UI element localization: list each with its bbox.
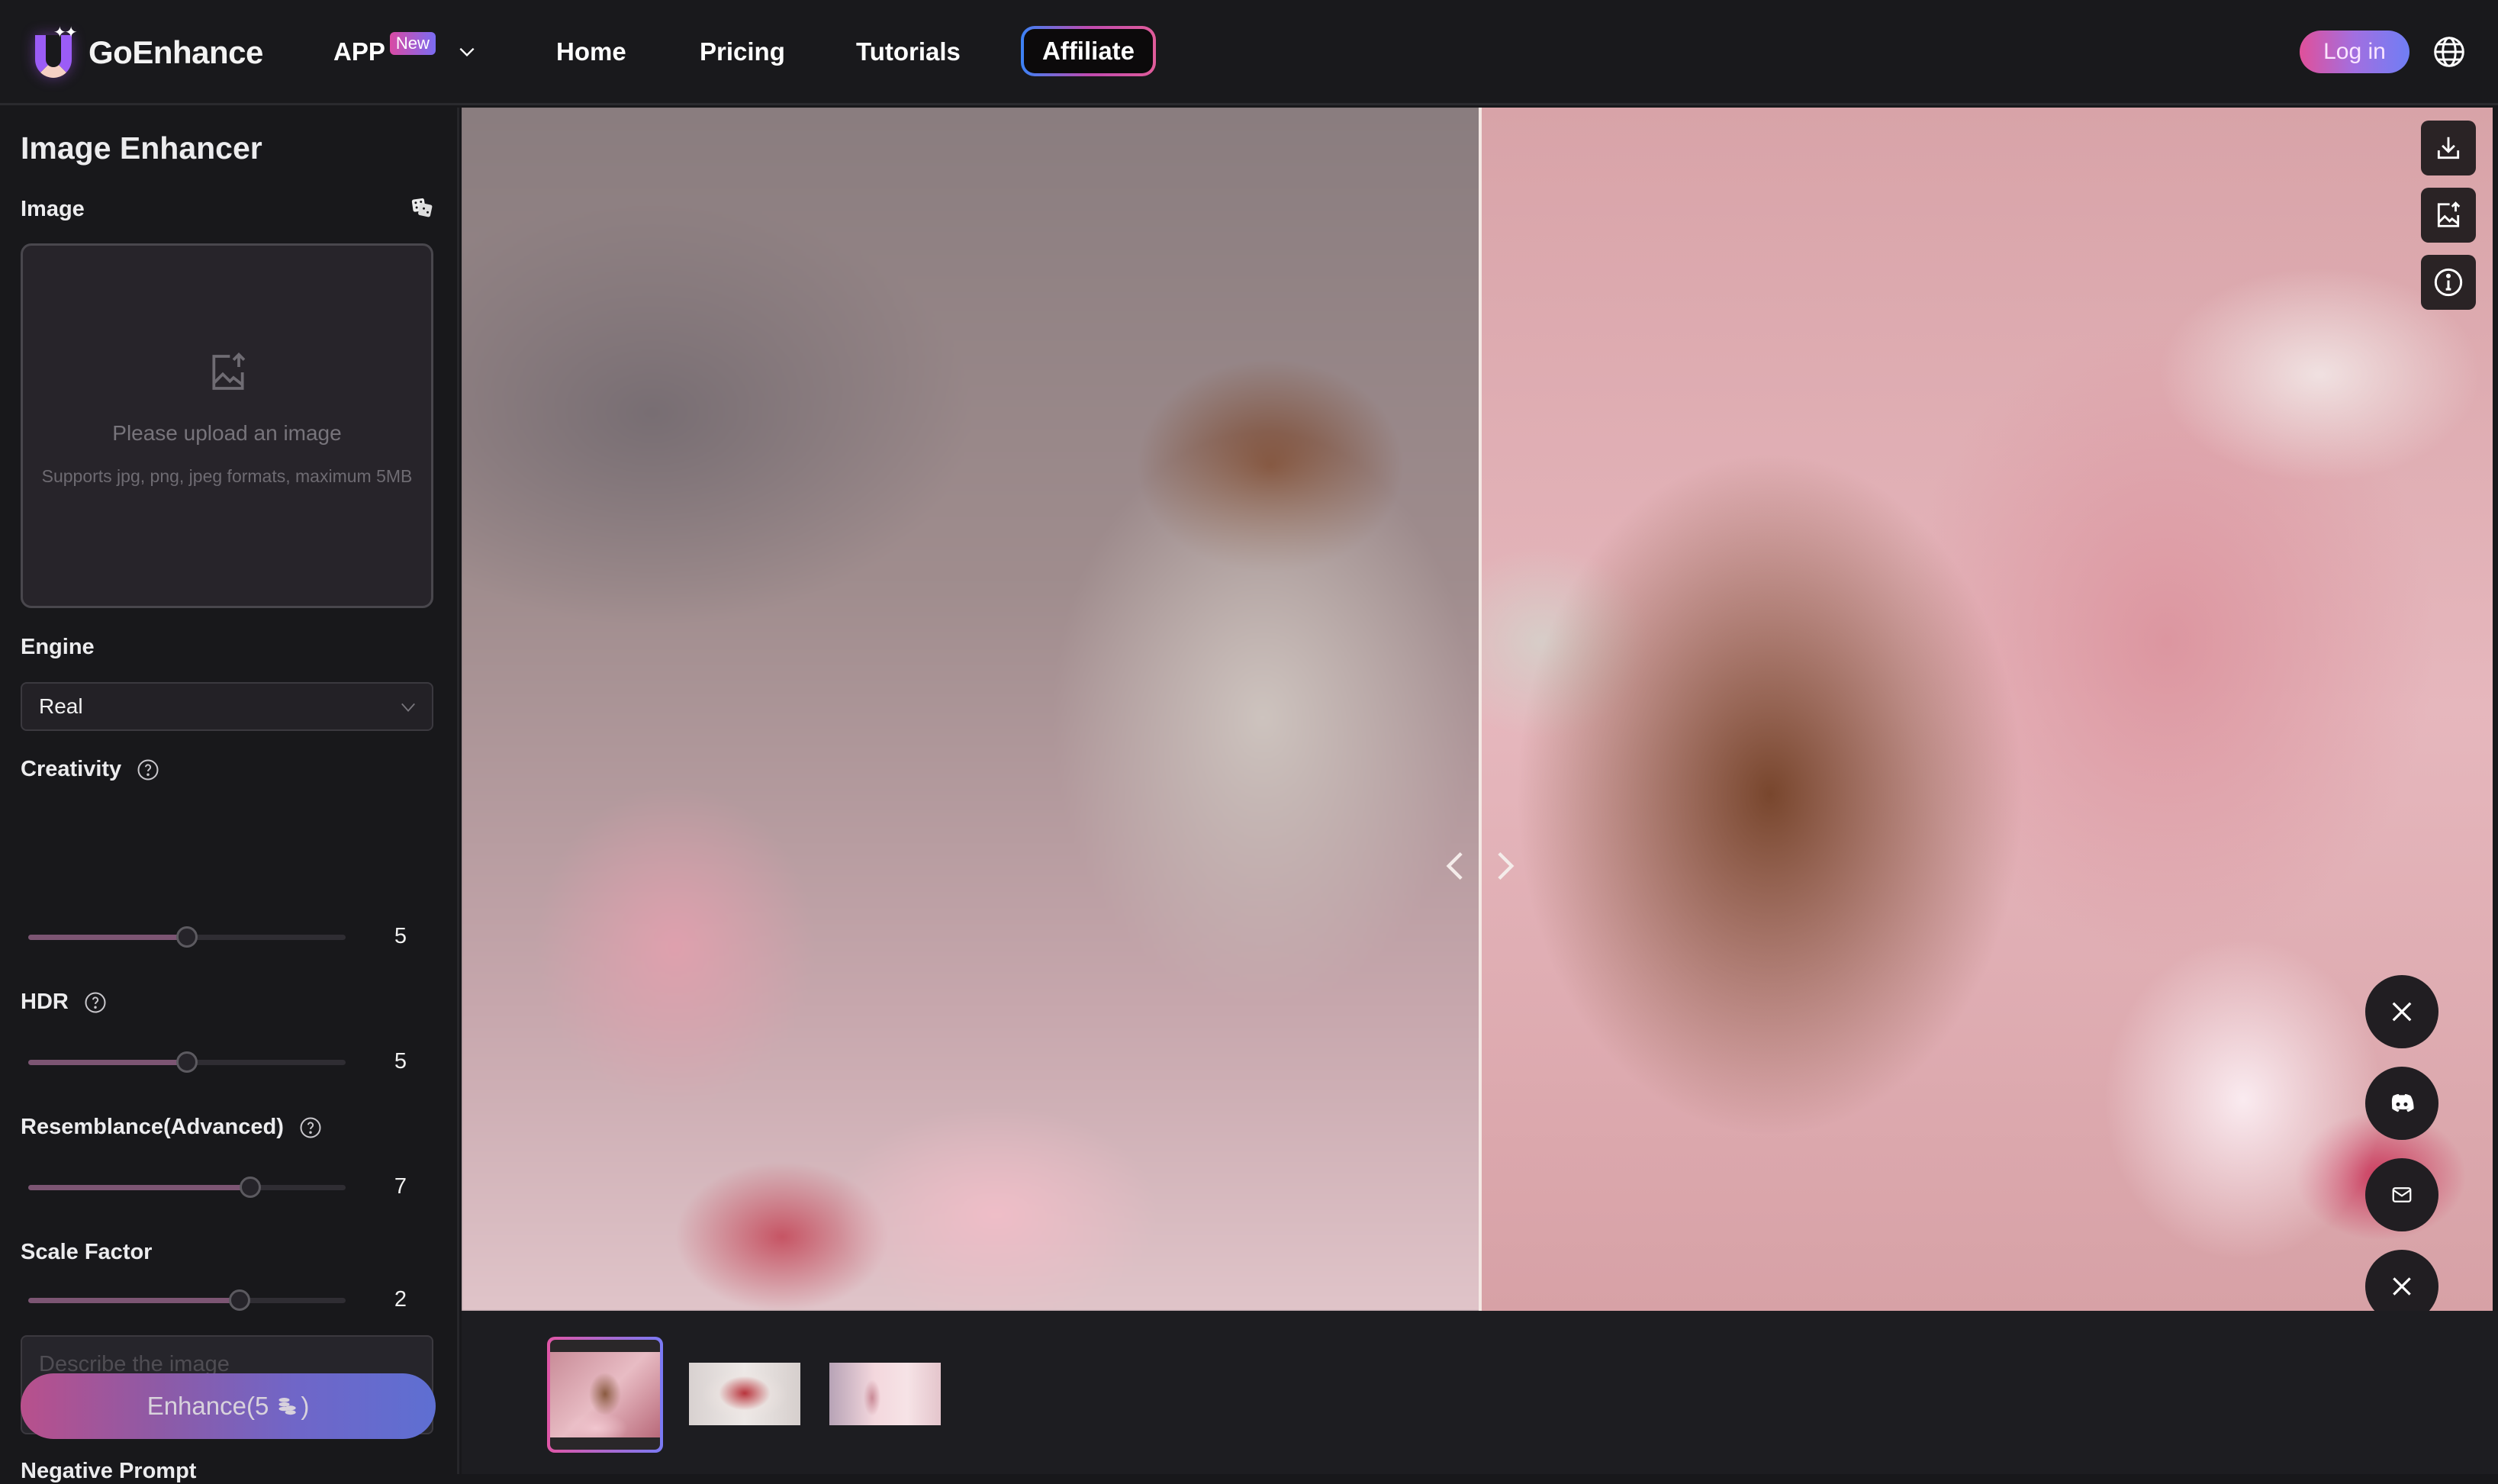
engine-label-text: Engine bbox=[21, 635, 95, 659]
thumbnail-image bbox=[550, 1352, 660, 1437]
info-button[interactable] bbox=[2421, 255, 2476, 310]
negative-prompt-label: Negative Prompt bbox=[21, 1459, 197, 1483]
engine-selected-value: Real bbox=[39, 694, 83, 718]
upload-title: Please upload an image bbox=[112, 421, 342, 445]
creativity-value: 5 bbox=[394, 924, 407, 948]
settings-sidebar: Image Enhancer Image Please upload an im… bbox=[0, 108, 459, 1474]
enhanced-image bbox=[1480, 108, 2493, 1311]
chevron-down-icon bbox=[459, 47, 475, 57]
creativity-slider[interactable] bbox=[28, 926, 346, 948]
download-button[interactable] bbox=[2421, 121, 2476, 175]
email-button[interactable] bbox=[2365, 1158, 2438, 1231]
coins-icon bbox=[278, 1398, 296, 1415]
new-badge: New bbox=[389, 32, 436, 55]
chevron-left-icon[interactable] bbox=[1441, 849, 1467, 883]
sample-thumbnails bbox=[462, 1311, 2498, 1474]
login-button[interactable]: Log in bbox=[2300, 31, 2409, 73]
slider-thumb[interactable] bbox=[176, 926, 198, 948]
nav-tutorials[interactable]: Tutorials bbox=[856, 31, 961, 73]
help-icon[interactable] bbox=[137, 758, 159, 781]
upload-hint: Supports jpg, png, jpeg formats, maximum… bbox=[41, 466, 413, 486]
mail-icon bbox=[2392, 1187, 2412, 1202]
engine-select[interactable]: Real bbox=[21, 682, 433, 731]
slider-fill bbox=[28, 1185, 251, 1190]
slider-thumb[interactable] bbox=[229, 1289, 251, 1311]
original-image bbox=[462, 108, 1480, 1311]
discord-icon bbox=[2391, 1093, 2414, 1112]
brand-logo[interactable]: ✦✦ GoEnhance bbox=[31, 23, 263, 82]
nav-home[interactable]: Home bbox=[556, 31, 626, 73]
enhance-button-suffix: ) bbox=[301, 1392, 310, 1420]
nav-app-label: APP bbox=[333, 37, 385, 66]
sample-thumbnail-tart[interactable] bbox=[689, 1363, 800, 1425]
compare-viewer[interactable] bbox=[462, 108, 2493, 1311]
image-upload-icon bbox=[212, 352, 246, 390]
enhance-button[interactable]: Enhance(5 ) bbox=[21, 1373, 436, 1439]
scale-factor-slider[interactable] bbox=[28, 1289, 346, 1311]
image-upload-dropzone[interactable]: Please upload an image Supports jpg, png… bbox=[21, 243, 433, 608]
image-label: Image bbox=[21, 197, 85, 222]
sample-thumbnail-sparrow[interactable] bbox=[547, 1337, 663, 1453]
compare-divider-handle[interactable] bbox=[1479, 108, 1482, 1311]
slider-fill bbox=[28, 1060, 187, 1065]
resemblance-label: Resemblance(Advanced) bbox=[21, 1115, 322, 1140]
resemblance-label-text: Resemblance(Advanced) bbox=[21, 1115, 284, 1139]
nav-pricing[interactable]: Pricing bbox=[700, 31, 785, 73]
chevron-down-icon bbox=[401, 703, 415, 712]
resemblance-slider[interactable] bbox=[28, 1177, 346, 1198]
dice-icon[interactable] bbox=[410, 196, 433, 219]
help-icon[interactable] bbox=[84, 991, 107, 1014]
use-as-input-button[interactable] bbox=[2421, 188, 2476, 243]
discord-button[interactable] bbox=[2365, 1067, 2438, 1140]
goenhance-logo-icon: ✦✦ bbox=[31, 24, 78, 79]
slider-thumb[interactable] bbox=[240, 1177, 262, 1198]
brand-name: GoEnhance bbox=[89, 34, 263, 70]
sample-thumbnail-blossom-girl[interactable] bbox=[829, 1363, 941, 1425]
help-icon[interactable] bbox=[299, 1116, 322, 1139]
info-icon bbox=[2434, 268, 2463, 297]
slider-fill bbox=[28, 1298, 240, 1303]
enhance-button-label: Enhance(5 bbox=[146, 1392, 269, 1420]
x-logo-icon bbox=[2392, 1002, 2412, 1022]
hdr-label-text: HDR bbox=[21, 990, 69, 1014]
image-upload-icon bbox=[2437, 201, 2461, 227]
creativity-label-text: Creativity bbox=[21, 757, 122, 781]
scale-factor-label: Scale Factor bbox=[21, 1240, 152, 1265]
slider-thumb[interactable] bbox=[176, 1051, 198, 1073]
globe-icon[interactable] bbox=[2432, 35, 2466, 69]
slider-fill bbox=[28, 935, 187, 940]
nav-app-menu[interactable]: APP New bbox=[333, 31, 477, 73]
hdr-label: HDR bbox=[21, 990, 107, 1015]
engine-label: Engine bbox=[21, 635, 95, 660]
image-label-text: Image bbox=[21, 197, 85, 221]
close-icon bbox=[2393, 1277, 2411, 1296]
hdr-value: 5 bbox=[394, 1049, 407, 1074]
scale-factor-label-text: Scale Factor bbox=[21, 1240, 153, 1264]
hdr-slider[interactable] bbox=[28, 1051, 346, 1073]
scale-factor-value: 2 bbox=[394, 1287, 407, 1312]
creativity-label: Creativity bbox=[21, 757, 159, 782]
chevron-right-icon[interactable] bbox=[1493, 849, 1519, 883]
nav-affiliate[interactable]: Affiliate bbox=[1021, 26, 1156, 76]
share-x-button[interactable] bbox=[2365, 975, 2438, 1048]
resemblance-value: 7 bbox=[394, 1174, 407, 1199]
top-navigation: ✦✦ GoEnhance APP New Home Pricing Tutori… bbox=[0, 0, 2498, 105]
download-icon bbox=[2437, 137, 2460, 159]
page-title: Image Enhancer bbox=[21, 130, 262, 166]
